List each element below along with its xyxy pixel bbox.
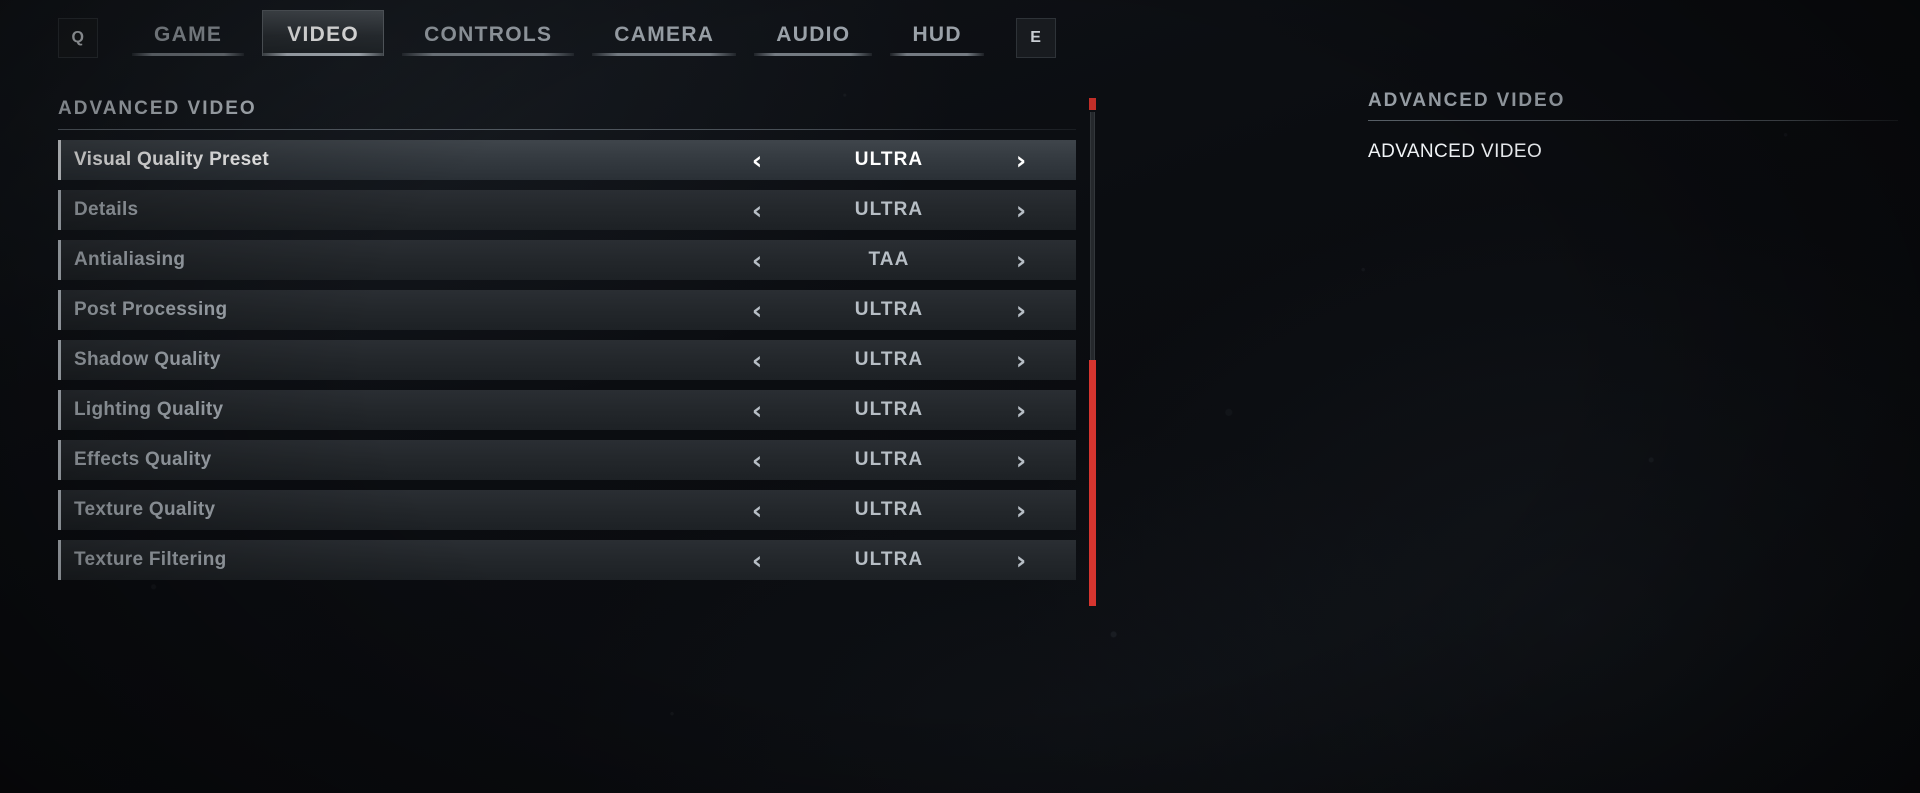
setting-label: Details — [74, 199, 139, 220]
setting-row-accent-bar — [58, 290, 61, 330]
info-panel-divider — [1368, 120, 1898, 121]
setting-row-accent-bar — [58, 190, 61, 230]
settings-rows-container: Visual Quality Preset ‹ ULTRA › Details ‹ ULTR… — [58, 140, 1076, 580]
setting-label: Shadow Quality — [74, 349, 221, 370]
chevron-right-icon[interactable]: › — [994, 298, 1048, 323]
setting-label: Antialiasing — [74, 249, 186, 270]
chevron-left-icon[interactable]: ‹ — [730, 398, 784, 423]
tab-hud-label: HUD — [912, 23, 962, 46]
setting-row-accent-bar — [58, 440, 61, 480]
setting-label: Post Processing — [74, 299, 228, 320]
tab-list: GAME VIDEO CONTROLS CAMERA AUDIO HUD — [132, 0, 1002, 56]
info-panel: ADVANCED VIDEO ADVANCED VIDEO — [1368, 90, 1898, 166]
tab-camera-label: CAMERA — [614, 23, 715, 46]
setting-row-accent-bar — [58, 490, 61, 530]
setting-row-accent-bar — [58, 240, 61, 280]
settings-section-title: ADVANCED VIDEO — [58, 98, 257, 119]
tab-game-label: GAME — [154, 23, 223, 46]
tab-game[interactable]: GAME — [132, 10, 245, 56]
tab-controls[interactable]: CONTROLS — [402, 10, 575, 56]
tab-audio[interactable]: AUDIO — [754, 10, 873, 56]
chevron-right-icon[interactable]: › — [994, 348, 1048, 373]
setting-row[interactable]: Post Processing ‹ ULTRA › — [58, 290, 1076, 330]
setting-row-accent-bar — [58, 540, 61, 580]
chevron-right-icon[interactable]: › — [994, 448, 1048, 473]
setting-row[interactable]: Texture Quality ‹ ULTRA › — [58, 490, 1076, 530]
tab-hud[interactable]: HUD — [890, 10, 984, 56]
game-settings-screen: Q GAME VIDEO CONTROLS CAMERA AUDIO HUD E… — [0, 0, 1920, 793]
chevron-left-icon[interactable]: ‹ — [730, 198, 784, 223]
chevron-left-icon[interactable]: ‹ — [730, 448, 784, 473]
setting-row-accent-bar — [58, 340, 61, 380]
chevron-left-icon[interactable]: ‹ — [730, 298, 784, 323]
setting-row[interactable]: Details ‹ ULTRA › — [58, 190, 1076, 230]
setting-row[interactable]: Effects Quality ‹ ULTRA › — [58, 440, 1076, 480]
setting-value: ULTRA — [854, 349, 924, 370]
chevron-right-icon[interactable]: › — [994, 548, 1048, 573]
setting-row[interactable]: Antialiasing ‹ TAA › — [58, 240, 1076, 280]
next-tab-key-e[interactable]: E — [1015, 18, 1056, 58]
chevron-left-icon[interactable]: ‹ — [730, 548, 784, 573]
setting-row[interactable]: Texture Filtering ‹ ULTRA › — [58, 540, 1076, 580]
settings-tab-bar: Q GAME VIDEO CONTROLS CAMERA AUDIO HUD E — [0, 0, 1920, 76]
next-tab-key-label: E — [1030, 29, 1042, 46]
setting-row[interactable]: Shadow Quality ‹ ULTRA › — [58, 340, 1076, 380]
tab-audio-underline — [754, 53, 873, 56]
chevron-right-icon[interactable]: › — [994, 498, 1048, 523]
tab-video-underline — [263, 53, 384, 56]
tab-controls-underline — [402, 53, 575, 56]
setting-label: Lighting Quality — [74, 399, 224, 420]
settings-scrollbar[interactable] — [1089, 98, 1096, 606]
setting-label: Visual Quality Preset — [74, 149, 269, 170]
tab-audio-label: AUDIO — [776, 23, 851, 46]
scrollbar-top-marker — [1089, 98, 1096, 110]
info-panel-description: ADVANCED VIDEO — [1368, 141, 1543, 162]
tab-camera-underline — [592, 53, 737, 56]
tab-video-label: VIDEO — [287, 23, 360, 46]
setting-label: Texture Filtering — [74, 549, 227, 570]
setting-value: ULTRA — [854, 549, 924, 570]
chevron-left-icon[interactable]: ‹ — [730, 348, 784, 373]
setting-label: Texture Quality — [74, 499, 216, 520]
setting-label: Effects Quality — [74, 449, 212, 470]
scrollbar-thumb[interactable] — [1089, 360, 1096, 606]
tab-video[interactable]: VIDEO — [262, 10, 385, 56]
setting-row[interactable]: Lighting Quality ‹ ULTRA › — [58, 390, 1076, 430]
setting-value: ULTRA — [854, 449, 924, 470]
chevron-left-icon[interactable]: ‹ — [730, 498, 784, 523]
setting-value: TAA — [868, 249, 910, 270]
setting-value: ULTRA — [854, 149, 924, 170]
advanced-video-settings-list: ADVANCED VIDEO Visual Quality Preset ‹ ULT… — [58, 98, 1076, 590]
setting-row-accent-bar — [58, 140, 61, 180]
tab-game-underline — [132, 53, 245, 56]
setting-value: ULTRA — [854, 199, 924, 220]
chevron-left-icon[interactable]: ‹ — [730, 248, 784, 273]
prev-tab-key-label: Q — [71, 29, 85, 46]
chevron-right-icon[interactable]: › — [994, 198, 1048, 223]
settings-section-divider — [58, 129, 1076, 130]
chevron-right-icon[interactable]: › — [994, 398, 1048, 423]
setting-value: ULTRA — [854, 399, 924, 420]
chevron-left-icon[interactable]: ‹ — [730, 148, 784, 173]
prev-tab-key-q[interactable]: Q — [58, 18, 98, 58]
chevron-right-icon[interactable]: › — [994, 148, 1048, 173]
setting-row-accent-bar — [58, 390, 61, 430]
tab-controls-label: CONTROLS — [424, 23, 553, 46]
setting-value: ULTRA — [854, 299, 924, 320]
chevron-right-icon[interactable]: › — [994, 248, 1048, 273]
tab-hud-underline — [890, 53, 984, 56]
info-panel-title: ADVANCED VIDEO — [1368, 90, 1566, 111]
tab-camera[interactable]: CAMERA — [592, 10, 737, 56]
setting-value: ULTRA — [854, 499, 924, 520]
setting-row[interactable]: Visual Quality Preset ‹ ULTRA › — [58, 140, 1076, 180]
